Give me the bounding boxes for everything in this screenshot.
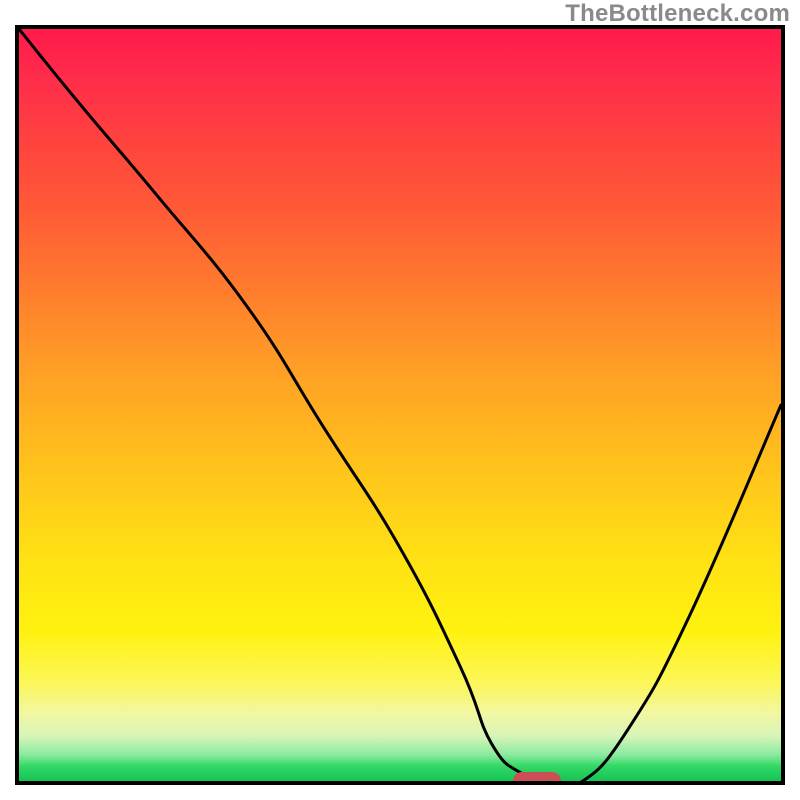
chart-frame [15,25,785,785]
optimal-marker [513,772,561,785]
watermark-text: TheBottleneck.com [565,0,790,28]
chart-stage: TheBottleneck.com [0,0,800,800]
bottleneck-curve-path [19,29,781,781]
curve-layer [19,29,781,781]
